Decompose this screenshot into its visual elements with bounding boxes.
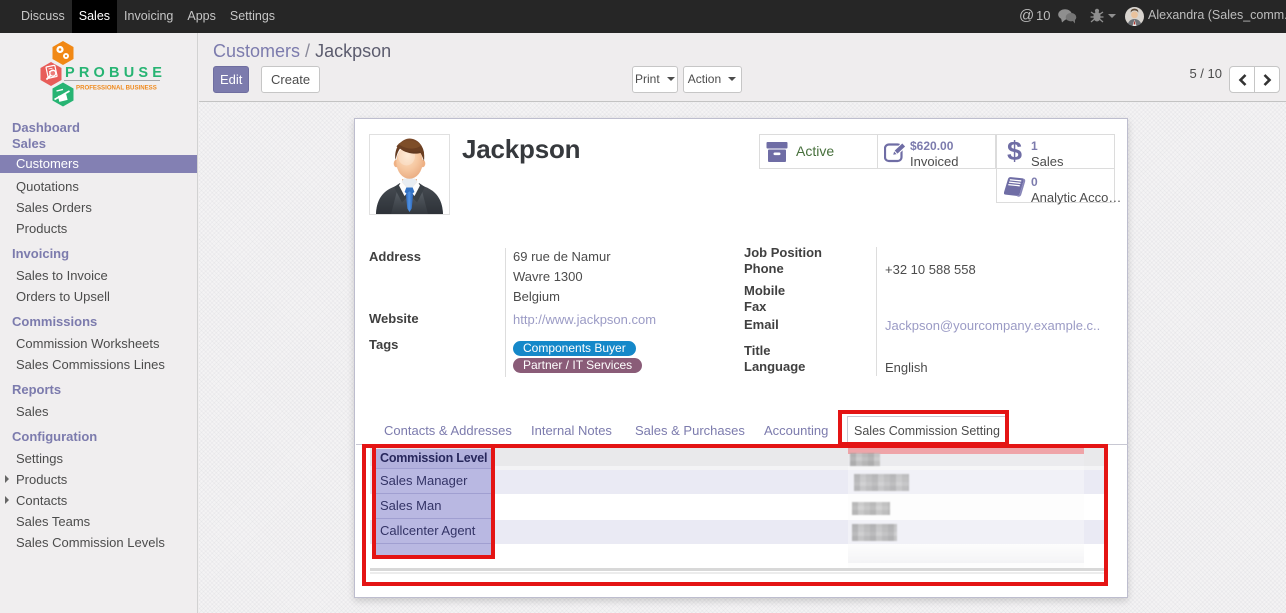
svg-text:PROBUSE: PROBUSE [65,65,166,81]
svg-text:PROFESSIONAL BUSINESS: PROFESSIONAL BUSINESS [76,85,157,92]
